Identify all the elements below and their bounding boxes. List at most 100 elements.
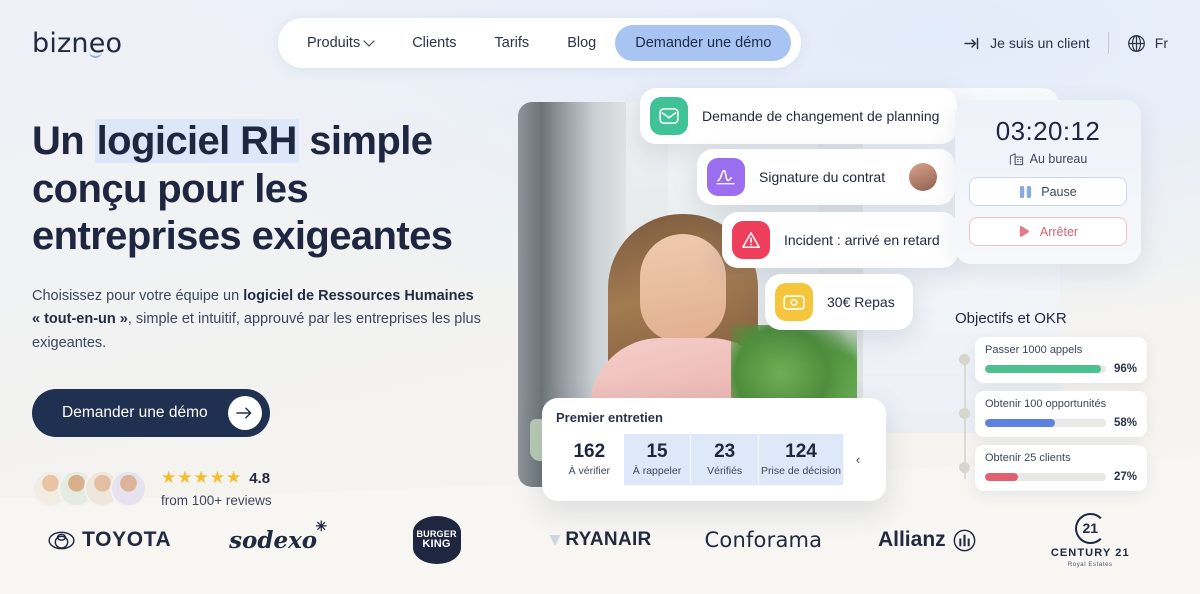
hero-paragraph-part-1: Choisissez pour votre équipe un (32, 287, 244, 304)
stat-cell-a-rappeler[interactable]: 15 À rappeler (624, 434, 692, 485)
login-arrow-icon (964, 37, 979, 49)
okr-progress-row: 96% (985, 363, 1137, 375)
signature-icon (707, 158, 745, 196)
okr-item-name: Obtenir 100 opportunités (985, 398, 1107, 410)
rating-value: 4.8 (249, 469, 271, 487)
timer-stop-label: Arrêter (1039, 224, 1079, 239)
nav-item-produits[interactable]: Produits (288, 26, 393, 60)
notification-card-signature[interactable]: Signature du contrat (697, 149, 956, 205)
client-logo-sodexo: sodexo ✳ (191, 519, 354, 554)
site-header: bizneo Produits Clients Tarifs Blog Dema… (0, 0, 1200, 86)
play-icon (1019, 225, 1029, 237)
nav-item-clients-label: Clients (412, 35, 457, 51)
nav-item-produits-label: Produits (307, 35, 361, 51)
notification-card-incident[interactable]: Incident : arrivé en retard (722, 212, 958, 268)
stat-cell-a-verifier[interactable]: 162 À vérifier (556, 434, 624, 485)
nav-item-clients[interactable]: Clients (393, 26, 475, 60)
hero-demo-button[interactable]: Demander une démo (32, 389, 270, 438)
stat-value: 23 (714, 441, 736, 462)
reviews-text: ★★★★★ 4.8 from 100+ reviews (161, 467, 272, 510)
client-logo-label: TOYOTA (82, 528, 172, 551)
client-logo-ryanair: RYANAIR (518, 529, 681, 551)
okr-percent: 27% (1113, 471, 1137, 483)
timer-stop-button[interactable]: Arrêter (969, 217, 1127, 246)
okr-timeline-dot (959, 462, 970, 473)
notification-avatar (909, 163, 938, 191)
client-login-label: Je suis un client (990, 35, 1090, 51)
chevron-down-icon (365, 37, 374, 46)
client-logos-strip: TOYOTA sodexo ✳ BURGER KING RYANAIR Conf… (0, 510, 1200, 570)
alert-triangle-icon (732, 221, 770, 259)
okr-progress-fill (985, 473, 1018, 481)
nav-item-tarifs[interactable]: Tarifs (476, 26, 549, 60)
stat-label: À rappeler (632, 464, 682, 477)
timer-value: 03:20:12 (995, 116, 1101, 146)
client-logo-label: CENTURY 21 (1050, 546, 1130, 559)
client-logo-allianz: Allianz (845, 528, 1008, 552)
chevron-left-icon[interactable]: ‹ (843, 434, 872, 485)
pause-icon (1020, 185, 1032, 198)
stat-cell-verifies[interactable]: 23 Vérifiés (691, 434, 760, 485)
client-logo-sublabel: Royal Estates (1067, 561, 1113, 568)
client-logo-burger-king: BURGER KING (355, 516, 518, 564)
okr-percent: 96% (1113, 363, 1137, 375)
nav-item-tarifs-label: Tarifs (494, 35, 530, 51)
stats-row: 162 À vérifier 15 À rappeler 23 Vérifiés… (556, 434, 872, 485)
sodexo-star-icon: ✳ (315, 518, 328, 535)
hero-demo-button-label: Demander une démo (62, 404, 208, 422)
reviews-count-label: from 100+ reviews (161, 493, 272, 509)
envelope-icon (650, 97, 688, 135)
brand-logo-text: bizneo (32, 27, 123, 59)
okr-progress-bar (985, 473, 1106, 481)
hero-paragraph: Choisissez pour votre équipe un logiciel… (32, 285, 484, 355)
notification-card-meal[interactable]: 30€ Repas (765, 274, 913, 330)
okr-progress-fill (985, 365, 1102, 373)
stat-cell-prise-de-decision[interactable]: 124 Prise de décision (759, 434, 844, 485)
language-label: Fr (1154, 35, 1168, 51)
language-selector[interactable]: Fr (1127, 34, 1168, 53)
allianz-mark-icon (953, 529, 976, 551)
client-logo-toyota: TOYOTA (28, 528, 191, 552)
office-building-icon (1009, 153, 1023, 166)
notification-label: Demande de changement de planning (702, 108, 940, 124)
brand-logo[interactable]: bizneo (32, 28, 122, 59)
nav-demo-button[interactable]: Demander une démo (615, 25, 792, 61)
nav-item-blog[interactable]: Blog (548, 26, 615, 60)
hero-copy-block: Un logiciel RH simple conçu pour les ent… (32, 118, 502, 510)
notification-card-planning[interactable]: Demande de changement de planning (640, 88, 958, 144)
timer-pause-button[interactable]: Pause (969, 177, 1127, 206)
okr-item[interactable]: Obtenir 25 clients 27% (959, 445, 1147, 491)
stat-value: 124 (785, 441, 817, 462)
timer-pause-label: Pause (1041, 184, 1077, 199)
notification-label: Signature du contrat (759, 169, 886, 185)
header-right-group: Je suis un client Fr (964, 32, 1168, 54)
stat-label: Prise de décision (761, 464, 841, 477)
client-logo-label: sodexo (229, 526, 318, 554)
okr-item[interactable]: Obtenir 100 opportunités 58% (959, 391, 1147, 437)
toyota-mark-icon (48, 531, 75, 549)
client-logo-conforama: Conforama (682, 528, 845, 552)
okr-card: Objectifs et OKR Passer 1000 appels 96% … (955, 310, 1147, 499)
timer-card: 03:20:12 Au bureau Pause Arrêter (955, 100, 1141, 264)
photo-person-face (640, 234, 726, 342)
century21-mark-icon: 21 (1074, 512, 1106, 544)
page-title: Un logiciel RH simple conçu pour les ent… (32, 118, 502, 261)
client-login-link[interactable]: Je suis un client (964, 35, 1090, 51)
stats-card-title: Premier entretien (556, 410, 663, 425)
reviews-block: ★★★★★ 4.8 from 100+ reviews (32, 467, 502, 510)
headline-highlight: logiciel RH (94, 119, 299, 163)
rating-stars: ★★★★★ (161, 468, 243, 488)
okr-progress-fill (985, 419, 1056, 427)
timer-location-label: Au bureau (1029, 151, 1088, 166)
okr-progress-row: 27% (985, 471, 1137, 483)
stat-label: Vérifiés (707, 464, 743, 477)
globe-icon (1127, 34, 1145, 52)
okr-item[interactable]: Passer 1000 appels 96% (959, 337, 1147, 383)
okr-timeline-dot (959, 408, 970, 419)
okr-item-name: Passer 1000 appels (985, 344, 1083, 356)
page-background: bizneo Produits Clients Tarifs Blog Dema… (0, 0, 1200, 594)
avatar (110, 470, 147, 508)
client-logo-label: RYANAIR (565, 529, 652, 550)
client-logo-label: Allianz (877, 528, 946, 551)
headline-part-1: Un (32, 119, 95, 163)
